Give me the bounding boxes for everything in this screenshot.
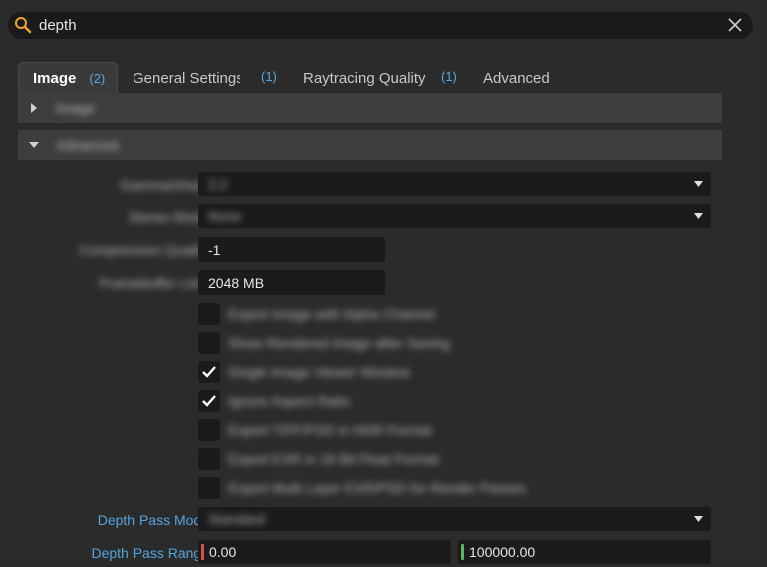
field-value: 0.00 [209,544,237,560]
tab-badge: (1) [441,69,457,84]
checkbox-label: Export TIFF/PSD in HDR Format [228,422,432,438]
chevron-down-icon [694,213,703,219]
checkbox-row: Single Image Viewer Window [198,361,718,383]
depth-range-max-field[interactable]: 100000.00 [458,540,711,564]
checkmark-icon [202,366,216,378]
chevron-down-icon [694,181,703,187]
chevron-right-icon [31,103,37,113]
tab-badge: (1) [261,69,277,84]
checkbox-row: Show Rendered Image after Saving [198,332,718,354]
search-icon [15,17,32,34]
dropdown-value: None [208,208,242,224]
field-value: -1 [208,242,221,258]
section-header-image[interactable]: Image [18,93,722,123]
checkbox-label: Single Image Viewer Window [228,364,410,380]
gamma-label: Gamma/sharp [120,177,209,193]
tab-badge: (2) [89,71,106,86]
checkbox-row: Export Multi Layer EXR/PSD for Render Pa… [198,477,718,499]
gamma-dropdown[interactable]: 2.2 [198,172,711,196]
checkbox-label: Ignore Aspect Ratio [228,393,351,409]
tab-raytracing-quality[interactable]: Raytracing Quality [303,62,453,94]
stereo-mode-label: Stereo Mode [128,209,209,225]
section-title: Image [56,100,95,116]
checkbox-export-alpha[interactable] [198,303,220,325]
framebuffer-limit-label: Framebuffer Limit [99,275,209,291]
checkbox-show-rendered[interactable] [198,332,220,354]
dropdown-value: Standard [208,511,265,527]
tab-bar: Image (2) General Settings (1) Raytracin… [18,62,742,94]
checkbox-label: Export Image with Alpha Channel [228,306,436,322]
checkbox-export-multilayer[interactable] [198,477,220,499]
checkbox-label: Export EXR in 16 Bit Float Format [228,451,439,467]
depth-pass-mode-dropdown[interactable]: Standard [198,507,711,531]
depth-range-min-field[interactable]: 0.00 [198,540,451,564]
checkmark-icon [202,395,216,407]
tab-label: Advanced [483,69,550,87]
checkbox-row: Export EXR in 16 Bit Float Format [198,448,718,470]
chevron-down-icon [694,516,703,522]
stereo-mode-dropdown[interactable]: None [198,204,711,228]
depth-pass-range-label: Depth Pass Range [91,545,209,561]
tab-label: General Settings [134,69,240,87]
checkbox-row: Ignore Aspect Ratio [198,390,718,412]
framebuffer-limit-field[interactable]: 2048 MB [198,270,385,295]
checkbox-export-tiff-hdr[interactable] [198,419,220,441]
tab-label: Raytracing Quality [303,69,426,87]
field-value: 100000.00 [469,544,536,560]
checkbox-label: Export Multi Layer EXR/PSD for Render Pa… [228,480,527,496]
tab-advanced[interactable]: Advanced [483,62,583,94]
section-title: Advanced [56,137,119,153]
checkbox-export-exr-16bit[interactable] [198,448,220,470]
checkbox-label: Show Rendered Image after Saving [228,335,450,351]
search-bar[interactable] [8,12,753,39]
settings-panel: Image Advanced Gamma/sharp 2.2 Stereo Mo… [18,93,742,567]
checkbox-row: Export TIFF/PSD in HDR Format [198,419,718,441]
checkbox-row: Export Image with Alpha Channel [198,303,718,325]
tab-label: Image [33,70,77,87]
tab-image[interactable]: Image (2) [18,62,118,94]
checkbox-ignore-aspect[interactable] [198,390,220,412]
max-indicator [461,544,464,560]
close-icon[interactable] [727,17,743,33]
min-indicator [201,544,204,560]
search-input[interactable] [39,15,699,36]
depth-pass-mode-label: Depth Pass Mode [97,512,209,528]
compression-quality-label: Compression Quality [79,242,209,258]
tab-general-settings[interactable]: General Settings [134,62,240,94]
section-header-advanced[interactable]: Advanced [18,130,722,160]
checkbox-single-viewer[interactable] [198,361,220,383]
field-value: 2048 MB [208,275,265,291]
compression-quality-field[interactable]: -1 [198,237,385,262]
dropdown-value: 2.2 [208,176,228,192]
chevron-down-icon [29,142,39,148]
